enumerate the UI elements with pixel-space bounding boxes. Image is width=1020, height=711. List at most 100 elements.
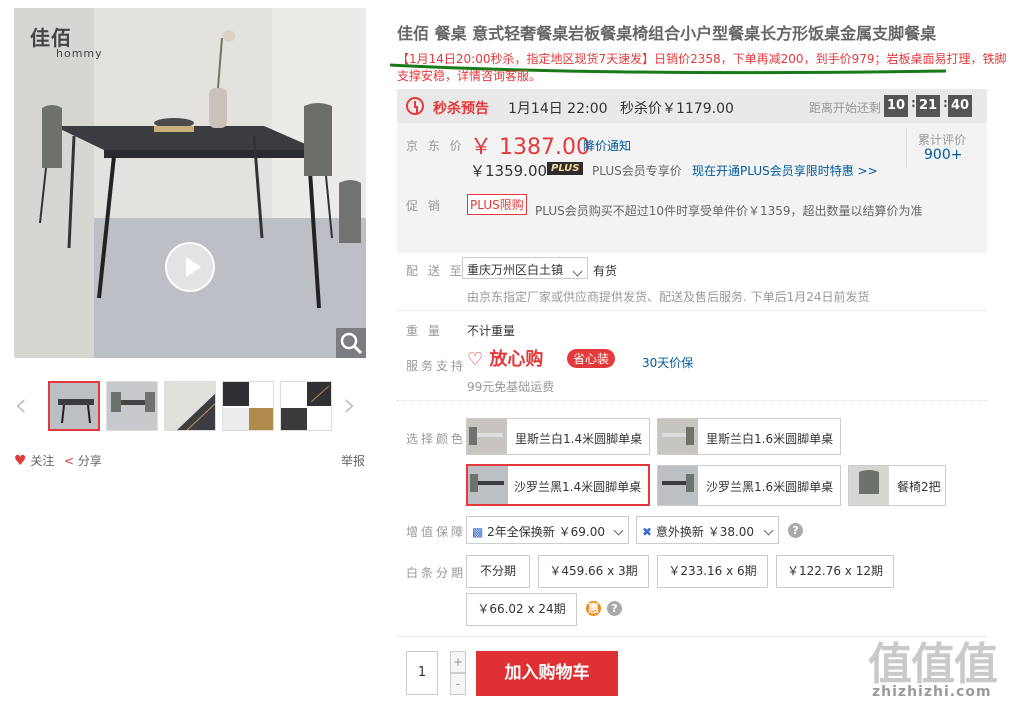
share-icon: <: [64, 454, 75, 468]
jd-price-label: 京 东 价: [406, 139, 465, 153]
thumb-next-icon[interactable]: ›: [343, 388, 357, 422]
seckill-date: 1月14日 22:00: [508, 101, 608, 117]
countdown-seconds: 40: [948, 95, 972, 117]
quantity-decrease-button[interactable]: -: [450, 673, 466, 695]
color-option-4[interactable]: 沙罗兰黑1.6米圆脚单桌: [657, 465, 841, 506]
tools-icon: ✖: [642, 525, 653, 539]
plus-text: PLUS会员专享价: [592, 164, 682, 178]
protection-select-2[interactable]: ✖ 意外换新 ￥38.00: [636, 516, 779, 544]
installment-option[interactable]: ￥66.02 x 24期: [466, 593, 577, 626]
color-option-label: 里斯兰白1.4米圆脚单桌: [515, 432, 643, 446]
thumbnail-2[interactable]: [106, 381, 158, 431]
plus-open-link[interactable]: 现在开通PLUS会员享限时特惠 >>: [692, 162, 878, 179]
shield-icon: ▩: [472, 525, 484, 539]
color-option-3[interactable]: 沙罗兰黑1.4米圆脚单桌: [466, 464, 650, 506]
installment-option[interactable]: 不分期: [466, 555, 530, 588]
seckill-price: 秒杀价￥1179.00: [619, 101, 734, 117]
thumbnail-3[interactable]: [164, 381, 216, 431]
delivery-location-select[interactable]: 重庆万州区白土镇: [462, 257, 588, 279]
service-label: 服务支持: [406, 359, 467, 373]
promo-text: 【1月14日20:00秒杀，指定地区现货7天速发】日销价2358，下单再减200…: [397, 52, 1007, 83]
thumb-prev-icon[interactable]: ‹: [14, 388, 28, 422]
stock-status: 有货: [593, 264, 618, 278]
thumbnail-1[interactable]: [48, 381, 100, 431]
color-option-label: 餐椅2把: [897, 480, 941, 494]
zoom-icon[interactable]: [336, 328, 366, 358]
review-divider: [906, 128, 907, 168]
color-option-thumb: [658, 466, 698, 505]
installment-label: 白条分期: [406, 566, 467, 580]
share-button[interactable]: < 分享: [64, 452, 102, 469]
jd-price: ￥ 1387.00: [470, 135, 590, 160]
protection-label: 增值保障: [406, 525, 467, 539]
color-option-thumb: [849, 466, 889, 505]
seckill-label: 秒杀预告: [433, 101, 489, 117]
color-option-1[interactable]: 里斯兰白1.4米圆脚单桌: [466, 418, 650, 455]
color-option-thumb: [658, 419, 698, 454]
countdown-label: 距离开始还剩: [809, 101, 882, 115]
follow-label: 关注: [30, 454, 55, 468]
promotion-text: PLUS会员购买不超过10件时享受单件价￥1359，超出数量以结算价为准: [535, 204, 923, 218]
delivery-location: 重庆万州区白土镇: [467, 263, 564, 277]
review-label: 累计评价: [918, 133, 967, 147]
promotion-label: 促 销: [406, 199, 443, 213]
countdown-hours: 10: [884, 95, 908, 117]
weight-value: 不计重量: [467, 324, 516, 338]
chevron-down-icon: [613, 525, 624, 536]
help-icon[interactable]: ?: [607, 601, 622, 616]
installment-option[interactable]: ￥459.66 x 3期: [538, 555, 649, 588]
heart-icon: ♥: [14, 453, 27, 469]
delivery-note: 由京东指定厂家或供应商提供发货、配送及售后服务. 下单后1月24日前发货: [467, 290, 870, 304]
quantity-input[interactable]: 1: [406, 651, 438, 695]
service-pill[interactable]: 省心装: [567, 349, 616, 368]
price-protection-link[interactable]: 30天价保: [642, 354, 693, 371]
color-label: 选择颜色: [406, 432, 467, 446]
product-title: 佳佰 餐桌 意式轻奢餐桌岩板餐桌椅组合小户型餐桌长方形饭桌金属支脚餐桌: [397, 24, 937, 43]
plus-limit-tag: PLUS限购: [467, 194, 527, 215]
play-video-icon[interactable]: [165, 242, 215, 292]
help-icon[interactable]: ?: [788, 523, 803, 538]
service-brand-text: 放心购: [489, 349, 544, 370]
thumbnail-4[interactable]: [222, 381, 274, 431]
brand-logo: 佳佰 hommy: [30, 22, 103, 60]
price-notice-link[interactable]: 降价通知: [583, 137, 631, 154]
color-option-thumb: [467, 419, 507, 454]
protection-select-1[interactable]: ▩ 2年全保换新 ￥69.00: [466, 516, 629, 544]
plus-badge: PLUS: [547, 162, 584, 175]
color-option-label: 里斯兰白1.6米圆脚单桌: [706, 432, 834, 446]
thumbnail-5[interactable]: [280, 381, 332, 431]
installment-option[interactable]: ￥233.16 x 6期: [657, 555, 768, 588]
report-link[interactable]: 举报: [341, 452, 365, 469]
color-option-label: 沙罗兰黑1.6米圆脚单桌: [706, 480, 834, 494]
countdown-minutes: 21: [916, 95, 940, 117]
delivery-label: 配 送 至: [406, 264, 465, 278]
quantity-increase-button[interactable]: +: [450, 651, 466, 673]
weight-label: 重 量: [406, 324, 443, 338]
color-option-2[interactable]: 里斯兰白1.6米圆脚单桌: [657, 418, 841, 455]
installment-option[interactable]: ￥122.76 x 12期: [776, 555, 894, 588]
color-option-label: 沙罗兰黑1.4米圆脚单桌: [514, 480, 642, 494]
divider: [397, 310, 987, 311]
chevron-down-icon: [763, 525, 774, 536]
review-count[interactable]: 900+: [924, 147, 962, 163]
watermark-url: zhizhizhi.com: [872, 684, 992, 700]
color-option-thumb: [468, 466, 508, 504]
add-to-cart-button[interactable]: 加入购物车: [476, 651, 618, 696]
share-label: 分享: [77, 454, 102, 468]
freight-text: 99元免基础运费: [467, 380, 555, 394]
color-option-5[interactable]: 餐椅2把: [848, 465, 946, 506]
follow-button[interactable]: ♥ 关注: [14, 452, 54, 469]
alarm-clock-icon: [406, 97, 424, 115]
discount-icon: 惠: [586, 601, 601, 616]
chevron-down-icon: [572, 266, 583, 277]
divider: [397, 400, 987, 401]
main-product-image[interactable]: [14, 8, 366, 358]
brand-logo-en: hommy: [56, 47, 103, 60]
watermark-logo: 值值值: [868, 639, 998, 690]
seckill-time: 1月14日 22:00 秒杀价￥1179.00: [508, 98, 734, 118]
service-brand[interactable]: ♡ 放心购: [467, 345, 543, 371]
plus-price: ￥1359.00: [470, 162, 548, 180]
protection-option-label: 2年全保换新 ￥69.00: [487, 525, 605, 539]
heart-outline-icon: ♡: [467, 349, 484, 370]
protection-option-label: 意外换新 ￥38.00: [655, 525, 755, 539]
